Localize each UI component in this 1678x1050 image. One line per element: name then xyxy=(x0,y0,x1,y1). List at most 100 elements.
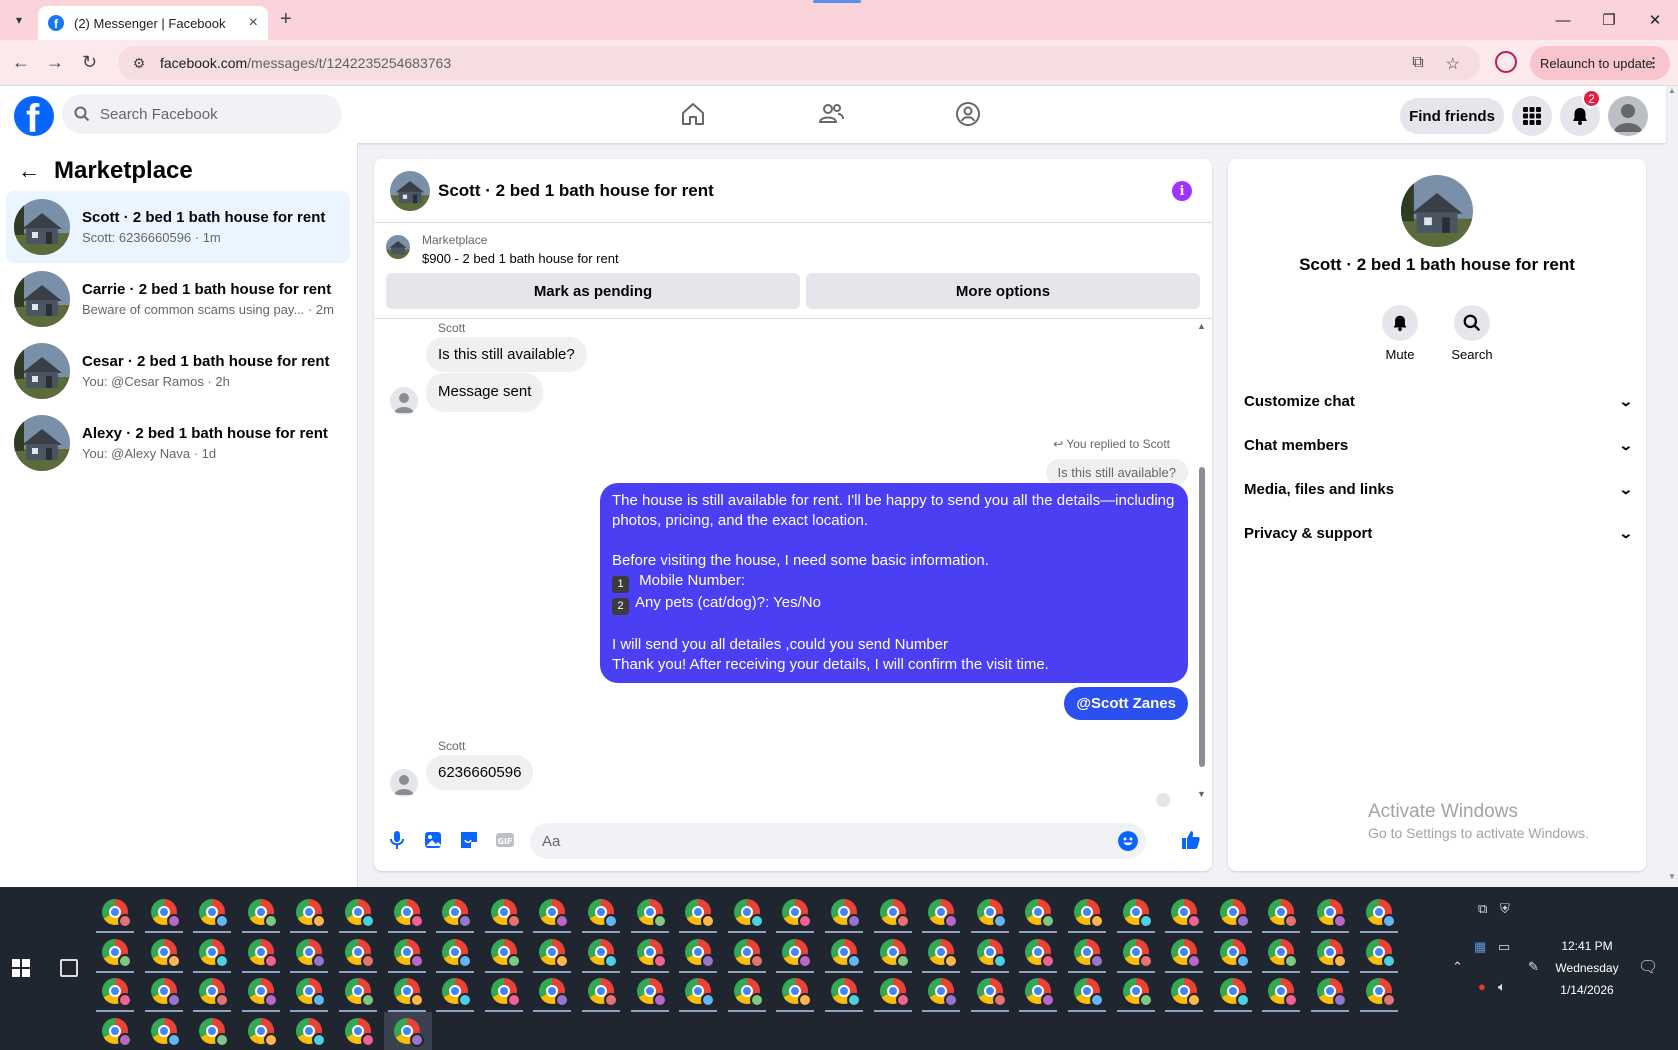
chrome-taskbar-icon[interactable] xyxy=(782,899,813,928)
close-window-button[interactable]: ✕ xyxy=(1632,0,1678,40)
browser-menu-icon[interactable]: ⋮ xyxy=(1647,55,1660,71)
pen-icon[interactable]: ✎ xyxy=(1528,959,1539,975)
chrome-taskbar-icon[interactable] xyxy=(1171,978,1202,1007)
chrome-taskbar-icon[interactable] xyxy=(685,978,716,1007)
privacy-support-section[interactable]: Privacy & support ⌄ xyxy=(1244,513,1634,553)
chrome-taskbar-icon[interactable] xyxy=(733,978,764,1007)
conversation-item-scott[interactable]: Scott · 2 bed 1 bath house for rent Scot… xyxy=(6,191,350,263)
chrome-taskbar-icon[interactable] xyxy=(733,899,764,928)
chrome-taskbar-icon[interactable] xyxy=(1317,938,1347,968)
install-app-icon[interactable]: ⧉ xyxy=(1412,54,1423,74)
chrome-taskbar-icon[interactable] xyxy=(1171,899,1202,928)
chrome-taskbar-icon[interactable] xyxy=(150,899,181,928)
chrome-taskbar-icon[interactable] xyxy=(636,938,667,968)
chrome-taskbar-icon[interactable] xyxy=(928,899,959,928)
chrome-taskbar-icon[interactable] xyxy=(345,1017,375,1047)
tab-close-icon[interactable]: × xyxy=(249,14,258,32)
minimize-button[interactable]: — xyxy=(1540,0,1586,40)
chrome-taskbar-icon[interactable] xyxy=(831,938,861,968)
search-in-chat-button[interactable]: Search xyxy=(1442,305,1502,362)
chrome-taskbar-icon[interactable] xyxy=(1122,899,1153,928)
chrome-taskbar-icon[interactable] xyxy=(490,938,521,968)
customize-chat-section[interactable]: Customize chat ⌄ xyxy=(1244,381,1634,421)
chrome-taskbar-icon[interactable] xyxy=(1268,938,1299,968)
chrome-taskbar-icon[interactable] xyxy=(247,978,278,1007)
microphone-icon[interactable] xyxy=(386,829,408,851)
browser-tab[interactable]: f (2) Messenger | Facebook × xyxy=(38,6,268,40)
tab-search-button[interactable]: ▾ xyxy=(8,9,30,31)
show-hidden-icons-chevron-icon[interactable]: ⌃ xyxy=(1452,959,1463,975)
windows-start-icon[interactable] xyxy=(12,959,30,977)
chrome-taskbar-icon[interactable] xyxy=(1365,938,1396,968)
gif-icon[interactable]: GIF xyxy=(494,829,516,851)
chrome-taskbar-icon[interactable] xyxy=(1365,978,1396,1007)
chrome-taskbar-icon[interactable] xyxy=(296,978,327,1007)
reload-icon[interactable]: ↻ xyxy=(82,52,97,73)
like-icon[interactable] xyxy=(1180,829,1202,851)
chrome-taskbar-icon[interactable] xyxy=(442,978,473,1007)
more-options-button[interactable]: More options xyxy=(806,273,1200,309)
chrome-taskbar-icon[interactable] xyxy=(1171,938,1202,968)
chrome-taskbar-icon[interactable] xyxy=(490,899,521,928)
incoming-message[interactable]: Message sent xyxy=(426,373,544,412)
relaunch-button[interactable]: Relaunch to update ⋮ xyxy=(1530,46,1670,80)
sender-avatar[interactable] xyxy=(390,387,418,415)
info-panel-avatar[interactable] xyxy=(1401,175,1473,247)
chrome-taskbar-icon[interactable] xyxy=(1025,899,1056,928)
friends-icon[interactable] xyxy=(817,100,845,128)
conversation-item-alexy[interactable]: Alexy · 2 bed 1 bath house for rent You:… xyxy=(6,407,350,479)
outgoing-message[interactable]: The house is still available for rent. I… xyxy=(600,483,1188,683)
chrome-taskbar-icon[interactable] xyxy=(1025,938,1056,968)
chrome-taskbar-icon[interactable] xyxy=(685,899,716,928)
restore-button[interactable]: ❐ xyxy=(1586,0,1632,40)
chrome-taskbar-icon[interactable] xyxy=(1122,978,1153,1007)
chrome-taskbar-icon[interactable] xyxy=(1122,938,1153,968)
chrome-taskbar-icon[interactable] xyxy=(296,938,327,968)
chrome-taskbar-icon[interactable] xyxy=(539,978,570,1007)
chrome-taskbar-icon[interactable] xyxy=(150,1017,181,1047)
chrome-taskbar-icon[interactable] xyxy=(1074,899,1104,928)
chrome-taskbar-icon[interactable] xyxy=(102,978,132,1007)
message-input[interactable]: Aa xyxy=(530,823,1146,859)
chat-members-section[interactable]: Chat members ⌄ xyxy=(1244,425,1634,465)
chrome-taskbar-icon[interactable] xyxy=(102,899,132,928)
chrome-taskbar-icon[interactable] xyxy=(928,978,959,1007)
tray-app-icon[interactable]: ▦ xyxy=(1474,939,1486,955)
chrome-taskbar-icon[interactable] xyxy=(102,938,132,968)
network-icon[interactable]: ▭ xyxy=(1498,939,1510,955)
groups-icon[interactable] xyxy=(954,100,982,128)
chrome-taskbar-icon[interactable] xyxy=(393,938,424,968)
listing-title[interactable]: $900 - 2 bed 1 bath house for rent xyxy=(422,251,619,266)
chrome-taskbar-icon[interactable] xyxy=(976,938,1007,968)
forward-arrow-icon[interactable]: → xyxy=(46,52,64,73)
taskbar-date[interactable]: 1/14/2026 xyxy=(1552,983,1622,997)
media-files-links-section[interactable]: Media, files and links ⌄ xyxy=(1244,469,1634,509)
chrome-taskbar-icon[interactable] xyxy=(539,938,570,968)
chrome-taskbar-icon[interactable] xyxy=(393,899,424,928)
facebook-logo-icon[interactable]: f xyxy=(14,96,54,136)
conversation-item-carrie[interactable]: Carrie · 2 bed 1 bath house for rent Bew… xyxy=(6,263,350,335)
chrome-taskbar-icon[interactable] xyxy=(1268,978,1299,1007)
chrome-taskbar-icon[interactable] xyxy=(199,978,230,1007)
chrome-taskbar-icon[interactable] xyxy=(636,899,667,928)
chrome-taskbar-icon[interactable] xyxy=(345,978,375,1007)
conversation-item-cesar[interactable]: Cesar · 2 bed 1 bath house for rent You:… xyxy=(6,335,350,407)
tray-app-icon[interactable]: ⧉ xyxy=(1478,901,1487,917)
chrome-taskbar-icon[interactable] xyxy=(393,978,424,1007)
chrome-taskbar-icon[interactable] xyxy=(247,938,278,968)
mark-as-pending-button[interactable]: Mark as pending xyxy=(386,273,800,309)
mute-button[interactable]: Mute xyxy=(1370,305,1430,362)
chrome-taskbar-icon[interactable] xyxy=(442,938,473,968)
new-tab-button[interactable]: + xyxy=(280,8,292,31)
chat-title[interactable]: Scott · 2 bed 1 bath house for rent xyxy=(438,181,714,201)
scroll-down-arrow[interactable]: ▼ xyxy=(1197,789,1206,799)
chrome-taskbar-icon[interactable] xyxy=(1074,978,1104,1007)
chrome-taskbar-icon[interactable] xyxy=(636,978,667,1007)
chrome-taskbar-icon[interactable] xyxy=(150,978,181,1007)
sender-avatar[interactable] xyxy=(390,769,418,797)
security-shield-icon[interactable]: ⛨ xyxy=(1500,901,1510,917)
info-icon[interactable]: i xyxy=(1172,181,1192,201)
chrome-taskbar-icon[interactable] xyxy=(199,899,230,928)
chrome-taskbar-icon[interactable] xyxy=(199,1017,230,1047)
chrome-taskbar-icon[interactable] xyxy=(928,938,959,968)
